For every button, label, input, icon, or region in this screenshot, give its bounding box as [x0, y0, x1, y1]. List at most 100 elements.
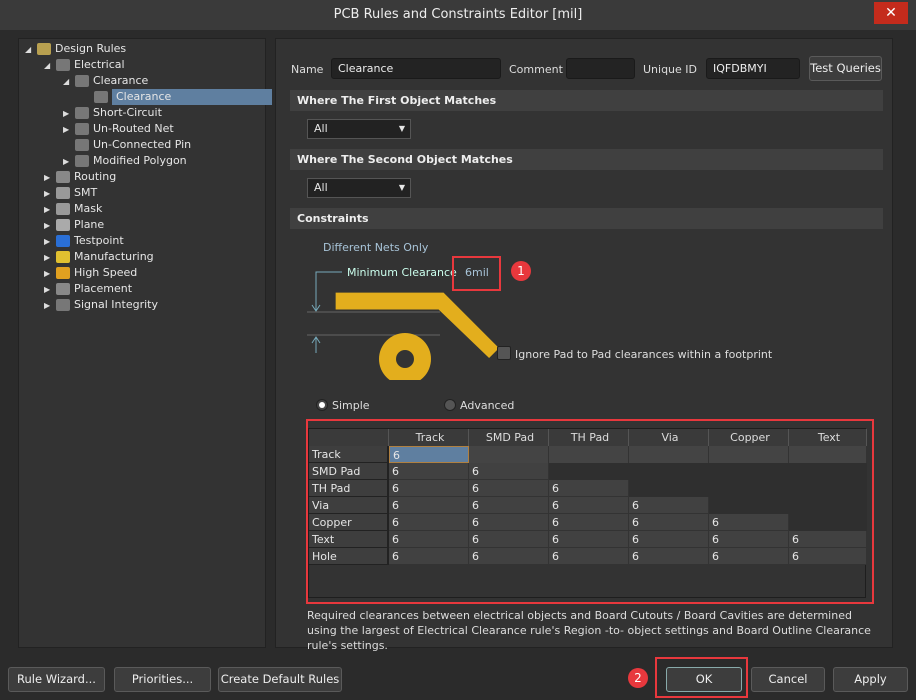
matrix-empty-cell	[789, 463, 867, 480]
column-header: Via	[629, 429, 709, 446]
expand-toggle-icon[interactable]: ▶	[44, 234, 56, 250]
tree-item-signal-integrity[interactable]: ▶ Signal Integrity	[44, 297, 158, 313]
tree-item-label: Un-Routed Net	[93, 122, 174, 135]
matrix-cell[interactable]: 6	[389, 548, 469, 565]
tree-item-placement[interactable]: ▶ Placement	[44, 281, 132, 297]
matrix-cell[interactable]: 6	[389, 446, 469, 463]
rule-wizard-button[interactable]: Rule Wizard...	[8, 667, 105, 692]
electrical-icon	[75, 155, 89, 167]
matrix-cell[interactable]: 6	[629, 548, 709, 565]
create-default-rules-button[interactable]: Create Default Rules	[218, 667, 342, 692]
matrix-empty-cell	[629, 480, 709, 497]
expand-toggle-icon[interactable]: ▶	[44, 298, 56, 314]
matrix-cell[interactable]: 6	[549, 548, 629, 565]
matrix-cell[interactable]: 6	[549, 531, 629, 548]
unique-id-input[interactable]: IQFDBMYI	[706, 58, 800, 79]
tree-item-smt[interactable]: ▶ SMT	[44, 185, 97, 201]
tree-item-design-rules[interactable]: ◢ Design Rules	[25, 41, 126, 57]
column-header: TH Pad	[549, 429, 629, 446]
tree-item-short-circuit[interactable]: ▶ Short-Circuit	[63, 105, 162, 121]
matrix-empty-cell	[709, 446, 789, 463]
expand-toggle-icon[interactable]: ▶	[44, 266, 56, 282]
row-header: Via	[309, 497, 389, 514]
column-header: Text	[789, 429, 867, 446]
expand-toggle-icon[interactable]: ▶	[44, 282, 56, 298]
matrix-cell[interactable]: 6	[389, 463, 469, 480]
first-object-dropdown[interactable]: All ▼	[307, 119, 411, 139]
tree-item-testpoint[interactable]: ▶ Testpoint	[44, 233, 124, 249]
clearance-matrix[interactable]: Track SMD Pad TH Pad Via Copper Text Track 6 SMD…	[308, 428, 867, 598]
expand-toggle-icon[interactable]: ▶	[44, 202, 56, 218]
ok-button[interactable]: OK	[666, 667, 742, 692]
first-object-value: All	[314, 122, 328, 135]
matrix-cell[interactable]: 6	[389, 497, 469, 514]
matrix-cell[interactable]: 6	[789, 548, 867, 565]
matrix-cell[interactable]: 6	[709, 514, 789, 531]
tree-item-modified-polygon[interactable]: ▶ Modified Polygon	[63, 153, 187, 169]
expand-toggle-icon[interactable]: ▶	[44, 250, 56, 266]
matrix-empty-cell	[789, 514, 867, 531]
expand-toggle-icon[interactable]: ▶	[63, 106, 75, 122]
matrix-empty-cell	[549, 463, 629, 480]
tree-item-electrical[interactable]: ◢ Electrical	[44, 57, 125, 73]
tree-item-mask[interactable]: ▶ Mask	[44, 201, 102, 217]
expand-toggle-icon[interactable]: ▶	[63, 122, 75, 138]
matrix-cell[interactable]: 6	[549, 480, 629, 497]
tree-item-plane[interactable]: ▶ Plane	[44, 217, 104, 233]
routing-icon	[56, 171, 70, 183]
matrix-cell[interactable]: 6	[469, 463, 549, 480]
matrix-cell[interactable]: 6	[469, 497, 549, 514]
expand-toggle-icon[interactable]: ◢	[63, 74, 75, 90]
ignore-pad-checkbox[interactable]	[497, 346, 511, 360]
matrix-cell[interactable]: 6	[789, 531, 867, 548]
matrix-cell[interactable]: 6	[469, 531, 549, 548]
matrix-cell[interactable]: 6	[629, 514, 709, 531]
tree-item-un-routed-net[interactable]: ▶ Un-Routed Net	[63, 121, 174, 137]
second-object-value: All	[314, 181, 328, 194]
cancel-button[interactable]: Cancel	[751, 667, 825, 692]
matrix-empty-cell	[789, 480, 867, 497]
matrix-cell[interactable]: 6	[469, 480, 549, 497]
expand-toggle-icon[interactable]: ◢	[44, 58, 56, 74]
matrix-cell[interactable]: 6	[549, 497, 629, 514]
matrix-cell[interactable]: 6	[629, 497, 709, 514]
tree-item-clearance[interactable]: Clearance	[82, 89, 272, 105]
matrix-cell[interactable]: 6	[389, 531, 469, 548]
expand-toggle-icon[interactable]: ▶	[44, 186, 56, 202]
test-queries-button[interactable]: Test Queries	[809, 56, 882, 81]
clearance-diagram	[307, 271, 499, 380]
matrix-cell[interactable]: 6	[629, 531, 709, 548]
electrical-icon	[75, 107, 89, 119]
expand-toggle-icon[interactable]: ▶	[44, 170, 56, 186]
matrix-cell[interactable]: 6	[709, 548, 789, 565]
matrix-cell[interactable]: 6	[469, 548, 549, 565]
column-header: Track	[389, 429, 469, 446]
annotation-badge-2: 2	[628, 668, 648, 688]
matrix-cell[interactable]: 6	[709, 531, 789, 548]
high-speed-icon	[56, 267, 70, 279]
tree-item-clearance[interactable]: ◢ Clearance	[63, 73, 148, 89]
matrix-cell[interactable]: 6	[549, 514, 629, 531]
expand-toggle-icon[interactable]: ▶	[44, 218, 56, 234]
name-input[interactable]: Clearance	[331, 58, 501, 79]
tree-item-label: Short-Circuit	[93, 106, 162, 119]
row-header: Copper	[309, 514, 389, 531]
matrix-cell[interactable]: 6	[389, 514, 469, 531]
expand-toggle-icon[interactable]: ◢	[25, 42, 37, 58]
simple-radio[interactable]	[316, 399, 328, 411]
comment-input[interactable]	[566, 58, 635, 79]
priorities-button[interactable]: Priorities...	[114, 667, 211, 692]
ignore-pad-label: Ignore Pad to Pad clearances within a fo…	[515, 348, 773, 361]
advanced-radio[interactable]	[444, 399, 456, 411]
second-object-dropdown[interactable]: All ▼	[307, 178, 411, 198]
tree-item-manufacturing[interactable]: ▶ Manufacturing	[44, 249, 154, 265]
tree-item-un-connected-pin[interactable]: Un-Connected Pin	[63, 137, 191, 153]
expand-toggle-icon[interactable]: ▶	[63, 154, 75, 170]
close-button[interactable]: ✕	[874, 2, 908, 24]
tree-item-high-speed[interactable]: ▶ High Speed	[44, 265, 137, 281]
matrix-cell[interactable]: 6	[469, 514, 549, 531]
rule-tree[interactable]: ◢ Design Rules ◢ Electrical ◢ Clearance Cleara…	[18, 38, 272, 648]
matrix-cell[interactable]: 6	[389, 480, 469, 497]
tree-item-routing[interactable]: ▶ Routing	[44, 169, 116, 185]
apply-button[interactable]: Apply	[833, 667, 908, 692]
